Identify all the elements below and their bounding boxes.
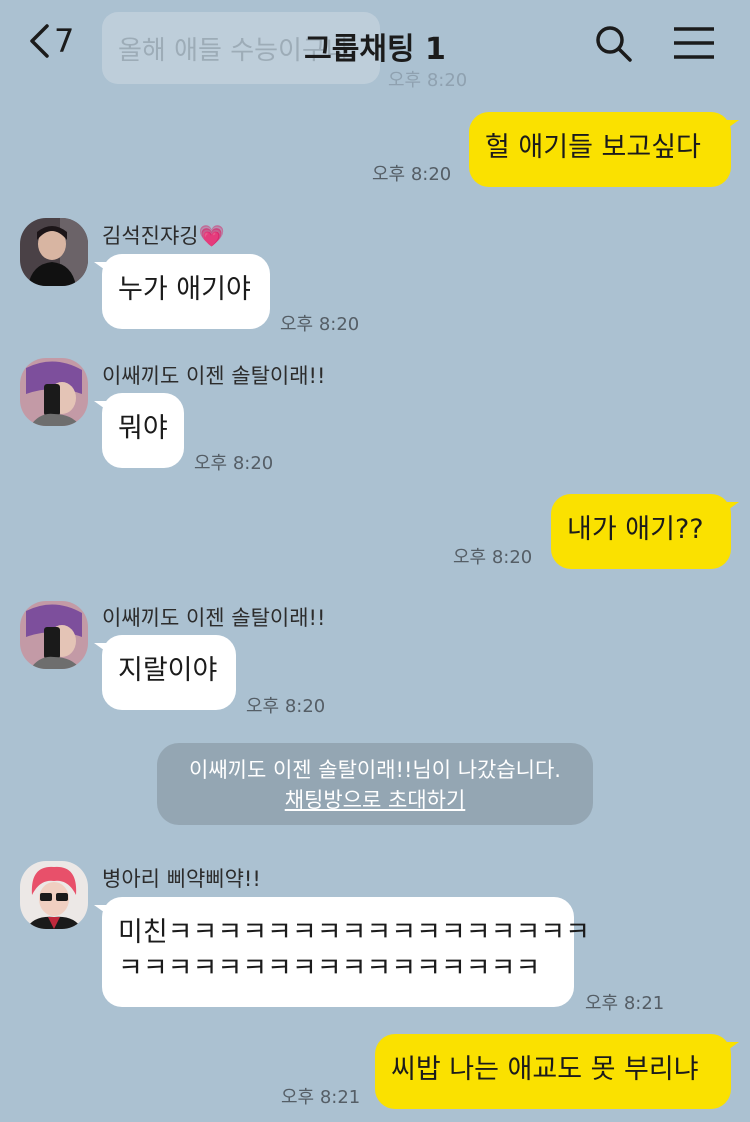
message-bubble[interactable]: 미친ㅋㅋㅋㅋㅋㅋㅋㅋㅋㅋㅋㅋㅋㅋㅋㅋㅋ ㅋㅋㅋㅋㅋㅋㅋㅋㅋㅋㅋㅋㅋㅋㅋㅋㅋ (94, 897, 590, 1007)
invite-link[interactable]: 채팅방으로 초대하기 (157, 785, 593, 815)
message-bubble[interactable]: 지랄이야 (94, 635, 236, 710)
menu-button[interactable] (672, 26, 716, 64)
chat-header: 올해 애들 수능이구나 오후 8:20 7 그룹채팅 1 (0, 0, 750, 91)
message-text: 누가 애기야 (118, 274, 251, 305)
avatar[interactable] (20, 861, 88, 929)
avatar[interactable] (20, 218, 88, 286)
message-text: 뭐야 (118, 413, 168, 444)
message-bubble[interactable]: 누가 애기야 (94, 254, 270, 329)
my-message-bubble[interactable]: 내가 애기?? (551, 494, 739, 569)
message-bubble[interactable]: 뭐야 (94, 393, 184, 468)
sender-name: 이쌔끼도 이젠 솔탈이래!! (102, 364, 326, 388)
sender-name: 병아리 삐약삐약!! (102, 867, 261, 891)
message-text-line: ㅋㅋㅋㅋㅋㅋㅋㅋㅋㅋㅋㅋㅋㅋㅋㅋㅋ (118, 953, 541, 984)
message-time: 오후 8:20 (194, 453, 274, 474)
message-time: 오후 8:20 (246, 696, 326, 717)
message-text-line: 미친ㅋㅋㅋㅋㅋㅋㅋㅋㅋㅋㅋㅋㅋㅋㅋㅋㅋ (118, 917, 590, 948)
message-time: 오후 8:20 (453, 547, 533, 568)
message-text: 지랄이야 (118, 655, 218, 686)
system-notice-text: 이쌔끼도 이젠 솔탈이래!!님이 나갔습니다. (189, 758, 561, 782)
avatar[interactable] (20, 358, 88, 426)
message-text: 헐 애기들 보고싶다 (485, 132, 701, 163)
toast-time: 오후 8:20 (388, 70, 468, 91)
message-text: 씨밥 나는 애교도 못 부리냐 (391, 1054, 699, 1085)
message-text: 내가 애기?? (567, 514, 704, 545)
chat-title: 그룹채팅 1 (304, 32, 446, 67)
chat-title-wrap: 그룹채팅 1 (0, 24, 750, 68)
system-notice: 이쌔끼도 이젠 솔탈이래!!님이 나갔습니다. 채팅방으로 초대하기 (157, 743, 593, 825)
message-time: 오후 8:20 (372, 164, 452, 185)
sender-name: 이쌔끼도 이젠 솔탈이래!! (102, 606, 326, 630)
avatar[interactable] (20, 601, 88, 669)
my-message-bubble[interactable]: 헐 애기들 보고싶다 (469, 112, 739, 187)
message-time: 오후 8:20 (280, 314, 360, 335)
my-message-bubble[interactable]: 씨밥 나는 애교도 못 부리냐 (375, 1034, 739, 1109)
search-icon (596, 26, 632, 62)
menu-icon (674, 27, 714, 59)
message-time: 오후 8:21 (585, 993, 665, 1014)
search-button[interactable] (594, 24, 634, 68)
sender-name: 김석진쟈깅💗 (102, 224, 225, 248)
message-time: 오후 8:21 (281, 1087, 361, 1108)
